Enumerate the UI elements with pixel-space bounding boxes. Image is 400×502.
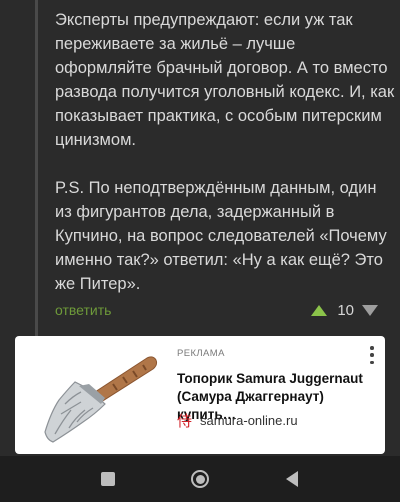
comment-body: Эксперты предупреждают: если уж так пере… <box>55 8 395 296</box>
axe-image[interactable] <box>25 344 165 448</box>
ad-label: РЕКЛАМА <box>177 348 225 359</box>
comment-rating: 10 <box>311 302 378 319</box>
reply-link[interactable]: ответить <box>55 302 111 318</box>
system-navigation-bar <box>0 456 400 502</box>
ad-card[interactable]: РЕКЛАМА Топорик Samura Juggernaut (Самур… <box>15 336 385 454</box>
comment-paragraph: Эксперты предупреждают: если уж так пере… <box>55 11 395 149</box>
ad-site[interactable]: 侍 samura-online.ru <box>177 410 298 431</box>
ad-site-url: samura-online.ru <box>200 413 298 428</box>
samura-favicon-icon: 侍 <box>177 412 193 430</box>
thread-line <box>35 0 38 336</box>
more-options-icon[interactable] <box>369 346 375 364</box>
back-icon[interactable] <box>281 468 303 490</box>
downvote-icon[interactable] <box>362 305 378 316</box>
recent-apps-icon[interactable] <box>97 468 119 490</box>
rating-count: 10 <box>337 302 354 319</box>
comment-paragraph-ps: P.S. По неподтверждённым данным, один из… <box>55 179 387 293</box>
home-icon[interactable] <box>189 468 211 490</box>
upvote-icon[interactable] <box>311 305 328 316</box>
